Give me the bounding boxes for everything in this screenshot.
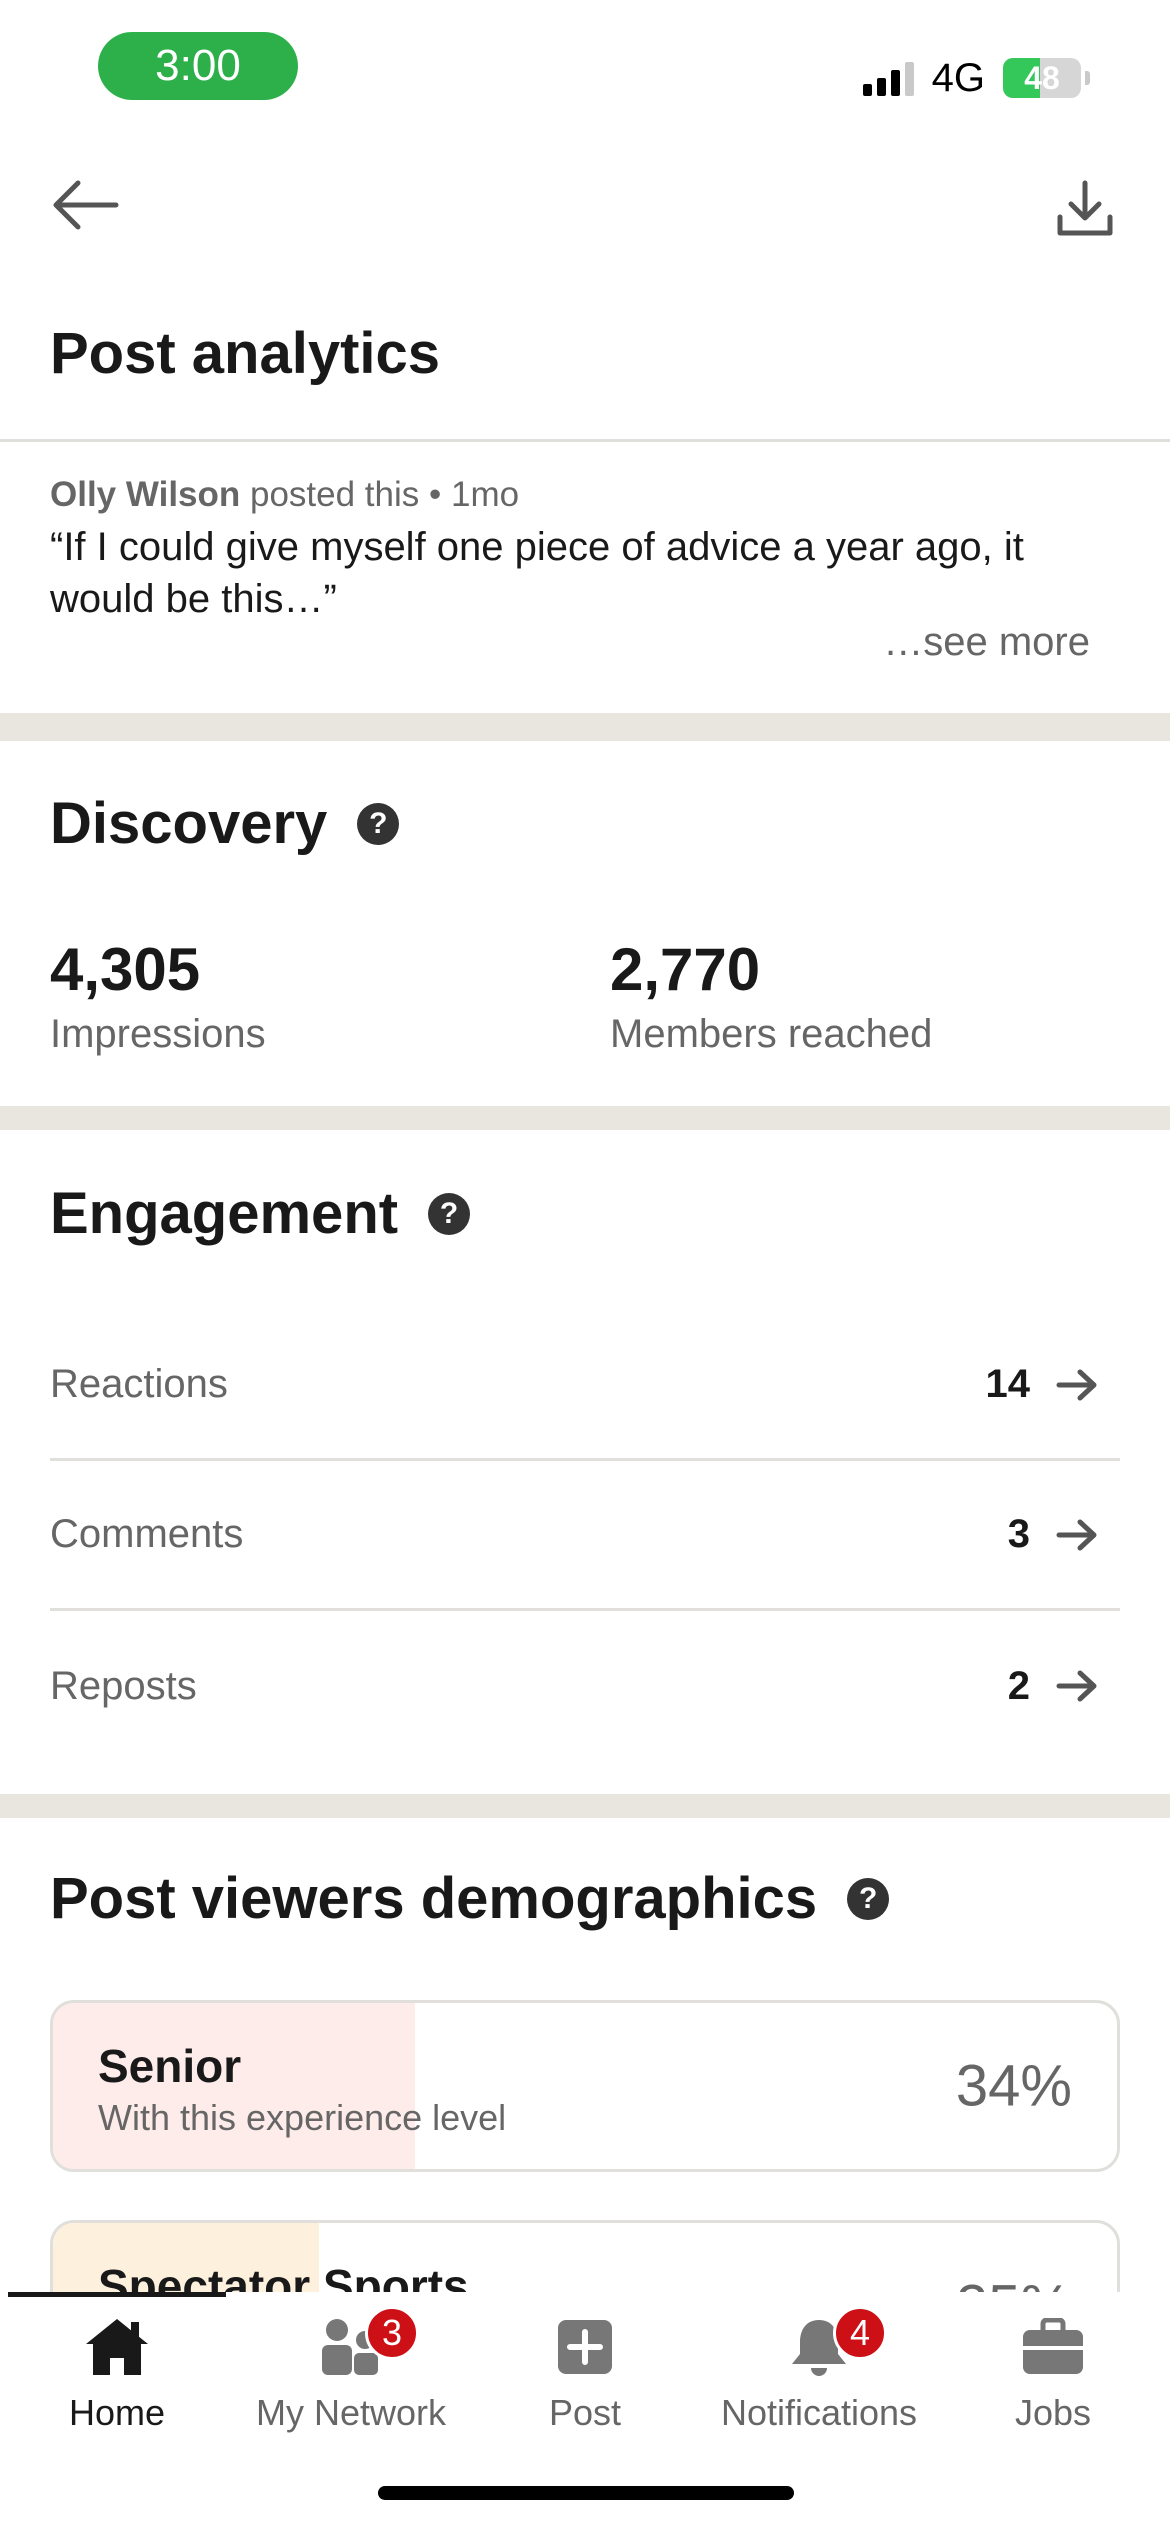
page-title: Post analytics [50, 321, 441, 386]
help-icon[interactable]: ? [847, 1877, 890, 1920]
engagement-row-label: Reposts [50, 1663, 197, 1708]
impressions-label: Impressions [50, 1012, 266, 1056]
battery-level: 48 [1024, 59, 1060, 96]
nav-notifications[interactable]: 4 Notifications [702, 2306, 936, 2434]
download-button[interactable] [1040, 165, 1130, 255]
status-indicators: 4G 48 [862, 48, 1090, 108]
demographic-title: Senior [98, 2040, 242, 2092]
impressions-metric: 4,305 Impressions [50, 935, 266, 1057]
header-divider [0, 439, 1170, 442]
post-meta: Olly Wilson posted this • 1mo [50, 475, 1120, 515]
discovery-title-text: Discovery [50, 791, 328, 856]
network-type: 4G [931, 55, 985, 100]
members-reached-metric: 2,770 Members reached [610, 935, 932, 1057]
engagement-row-count: 3 [1007, 1512, 1030, 1556]
impressions-value: 4,305 [50, 936, 201, 1003]
back-button[interactable] [40, 170, 130, 240]
engagement-row-label: Comments [50, 1512, 244, 1556]
demographic-subtitle: With this experience level [98, 2097, 507, 2138]
notification-badge: 4 [833, 2306, 887, 2360]
post-icon [558, 2320, 612, 2374]
engagement-row-comments[interactable]: Comments 3 [50, 1461, 1120, 1611]
demographic-percent: 34% [955, 2053, 1072, 2119]
nav-post[interactable]: Post [468, 2312, 702, 2434]
post-preview[interactable]: Olly Wilson posted this • 1mo “If I coul… [50, 475, 1120, 625]
engagement-title: Engagement ? [50, 1180, 471, 1247]
engagement-row-count: 2 [1007, 1663, 1030, 1708]
home-indicator [378, 2486, 794, 2500]
nav-home[interactable]: Home [0, 2312, 234, 2434]
discovery-title: Discovery ? [50, 790, 400, 857]
post-text: “If I could give myself one piece of adv… [50, 525, 1024, 621]
status-time: 3:00 [98, 32, 298, 100]
nav-label: My Network [255, 2392, 447, 2433]
demographics-title: Post viewers demographics ? [50, 1865, 890, 1932]
battery-icon: 48 [1003, 58, 1081, 98]
section-divider [0, 713, 1170, 741]
members-reached-label: Members reached [610, 1012, 933, 1056]
demographic-card[interactable]: Senior With this experience level 34% [50, 2000, 1120, 2172]
nav-label: Notifications [720, 2392, 918, 2433]
arrow-right-icon [1056, 1670, 1097, 1702]
download-icon [1057, 180, 1113, 236]
engagement-title-text: Engagement [50, 1181, 399, 1246]
help-icon[interactable]: ? [428, 1192, 471, 1235]
nav-label: Jobs [1014, 2392, 1092, 2433]
nav-jobs[interactable]: Jobs [936, 2312, 1170, 2434]
see-more-link[interactable]: …see more [883, 620, 1090, 665]
jobs-icon [1023, 2318, 1083, 2374]
engagement-row-count: 14 [985, 1362, 1031, 1406]
arrow-right-icon [1056, 1369, 1097, 1400]
home-icon [86, 2319, 148, 2375]
engagement-row-label: Reactions [50, 1362, 228, 1406]
active-tab-indicator [8, 2292, 226, 2297]
demographics-title-text: Post viewers demographics [50, 1866, 818, 1931]
nav-my-network[interactable]: 3 My Network [234, 2306, 468, 2434]
nav-label: Post [548, 2392, 622, 2433]
cellular-signal-icon [862, 60, 914, 96]
post-meta-suffix: posted this • 1mo [250, 475, 520, 514]
nav-label: Home [68, 2392, 166, 2433]
engagement-row-reactions[interactable]: Reactions 14 [50, 1311, 1120, 1461]
notification-badge: 3 [365, 2306, 419, 2360]
post-author[interactable]: Olly Wilson [50, 475, 240, 514]
arrow-right-icon [1056, 1519, 1097, 1550]
members-reached-value: 2,770 [610, 936, 761, 1003]
section-divider [0, 1794, 1170, 1818]
help-icon[interactable]: ? [357, 802, 400, 845]
section-divider [0, 1106, 1170, 1130]
engagement-row-reposts[interactable]: Reposts 2 [50, 1611, 1120, 1761]
arrow-left-icon [53, 180, 119, 230]
